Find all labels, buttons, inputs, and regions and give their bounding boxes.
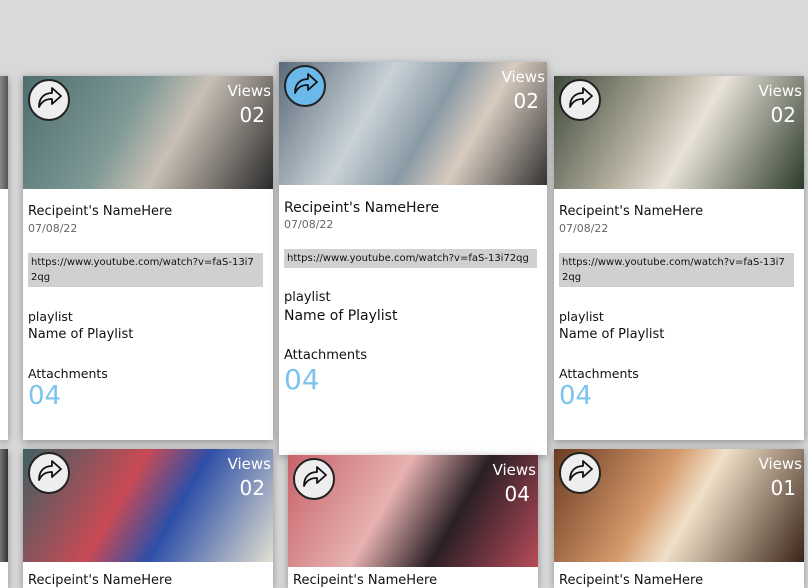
recipient-name: Recipeint's NameHere xyxy=(28,573,173,588)
views-label: Views xyxy=(227,455,271,473)
attachments-count[interactable]: 04 xyxy=(284,363,537,396)
views-label: Views xyxy=(492,461,536,479)
recipient-name: Recipeint's NameHere xyxy=(559,204,704,219)
date: 07/08/22 xyxy=(284,218,334,231)
share-icon xyxy=(567,460,593,486)
playlist-name[interactable]: Name of Playlist xyxy=(559,327,794,342)
share-button[interactable] xyxy=(28,79,70,121)
recipient-name: Recipeint's NameHere xyxy=(28,204,173,219)
partial-card-left-top xyxy=(0,76,8,440)
playlist-name[interactable]: Name of Playlist xyxy=(284,308,537,324)
views-count: 02 xyxy=(239,103,265,127)
share-button[interactable] xyxy=(284,65,326,107)
video-card[interactable]: Views 02 Recipeint's NameHere xyxy=(23,449,273,588)
share-icon xyxy=(567,87,593,113)
views-label: Views xyxy=(227,82,271,100)
recipient-name: Recipeint's NameHere xyxy=(284,200,440,216)
video-card[interactable]: Views 01 Recipeint's NameHere xyxy=(554,449,804,588)
attachments-label: Attachments xyxy=(284,348,367,363)
views-label: Views xyxy=(501,68,545,86)
share-icon xyxy=(301,466,327,492)
date: 07/08/22 xyxy=(28,222,78,235)
views-count: 02 xyxy=(239,476,265,500)
video-url[interactable]: https://www.youtube.com/watch?v=faS-13i7… xyxy=(284,249,537,268)
recipient-name: Recipeint's NameHere xyxy=(559,573,704,588)
views-counter: Views 01 xyxy=(758,455,802,500)
attachments-label: Attachments xyxy=(559,366,639,381)
video-card[interactable]: Views 04 Recipeint's NameHere xyxy=(288,455,538,588)
playlist-name[interactable]: Name of Playlist xyxy=(28,327,263,342)
views-label: Views xyxy=(758,455,802,473)
share-button[interactable] xyxy=(559,79,601,121)
video-url[interactable]: https://www.youtube.com/watch?v=faS-13i7… xyxy=(559,253,794,287)
date: 07/08/22 xyxy=(559,222,609,235)
views-count: 01 xyxy=(770,476,796,500)
recipient-name: Recipeint's NameHere xyxy=(293,573,438,588)
views-counter: Views 04 xyxy=(492,461,536,506)
views-counter: Views 02 xyxy=(501,68,545,113)
partial-card-left-bottom xyxy=(0,449,8,588)
views-count: 04 xyxy=(504,482,530,506)
share-icon xyxy=(292,73,318,99)
playlist-label: playlist xyxy=(559,309,604,324)
views-counter: Views 02 xyxy=(758,82,802,127)
views-counter: Views 02 xyxy=(227,455,271,500)
playlist-label: playlist xyxy=(28,309,73,324)
attachments-count[interactable]: 04 xyxy=(28,381,263,411)
share-icon xyxy=(36,460,62,486)
views-count: 02 xyxy=(770,103,796,127)
views-label: Views xyxy=(758,82,802,100)
playlist-label: playlist xyxy=(284,290,331,305)
share-button[interactable] xyxy=(293,458,335,500)
video-card[interactable]: Views 02 Recipeint's NameHere 07/08/22 htt… xyxy=(279,62,547,455)
video-card[interactable]: Views 02 Recipeint's NameHere 07/08/22 htt… xyxy=(554,76,804,440)
share-button[interactable] xyxy=(559,452,601,494)
video-url[interactable]: https://www.youtube.com/watch?v=faS-13i7… xyxy=(28,253,263,287)
views-count: 02 xyxy=(513,89,539,113)
share-icon xyxy=(36,87,62,113)
attachments-count[interactable]: 04 xyxy=(559,381,794,411)
share-button[interactable] xyxy=(28,452,70,494)
attachments-label: Attachments xyxy=(28,366,108,381)
video-card[interactable]: Views 02 Recipeint's NameHere 07/08/22 htt… xyxy=(23,76,273,440)
views-counter: Views 02 xyxy=(227,82,271,127)
